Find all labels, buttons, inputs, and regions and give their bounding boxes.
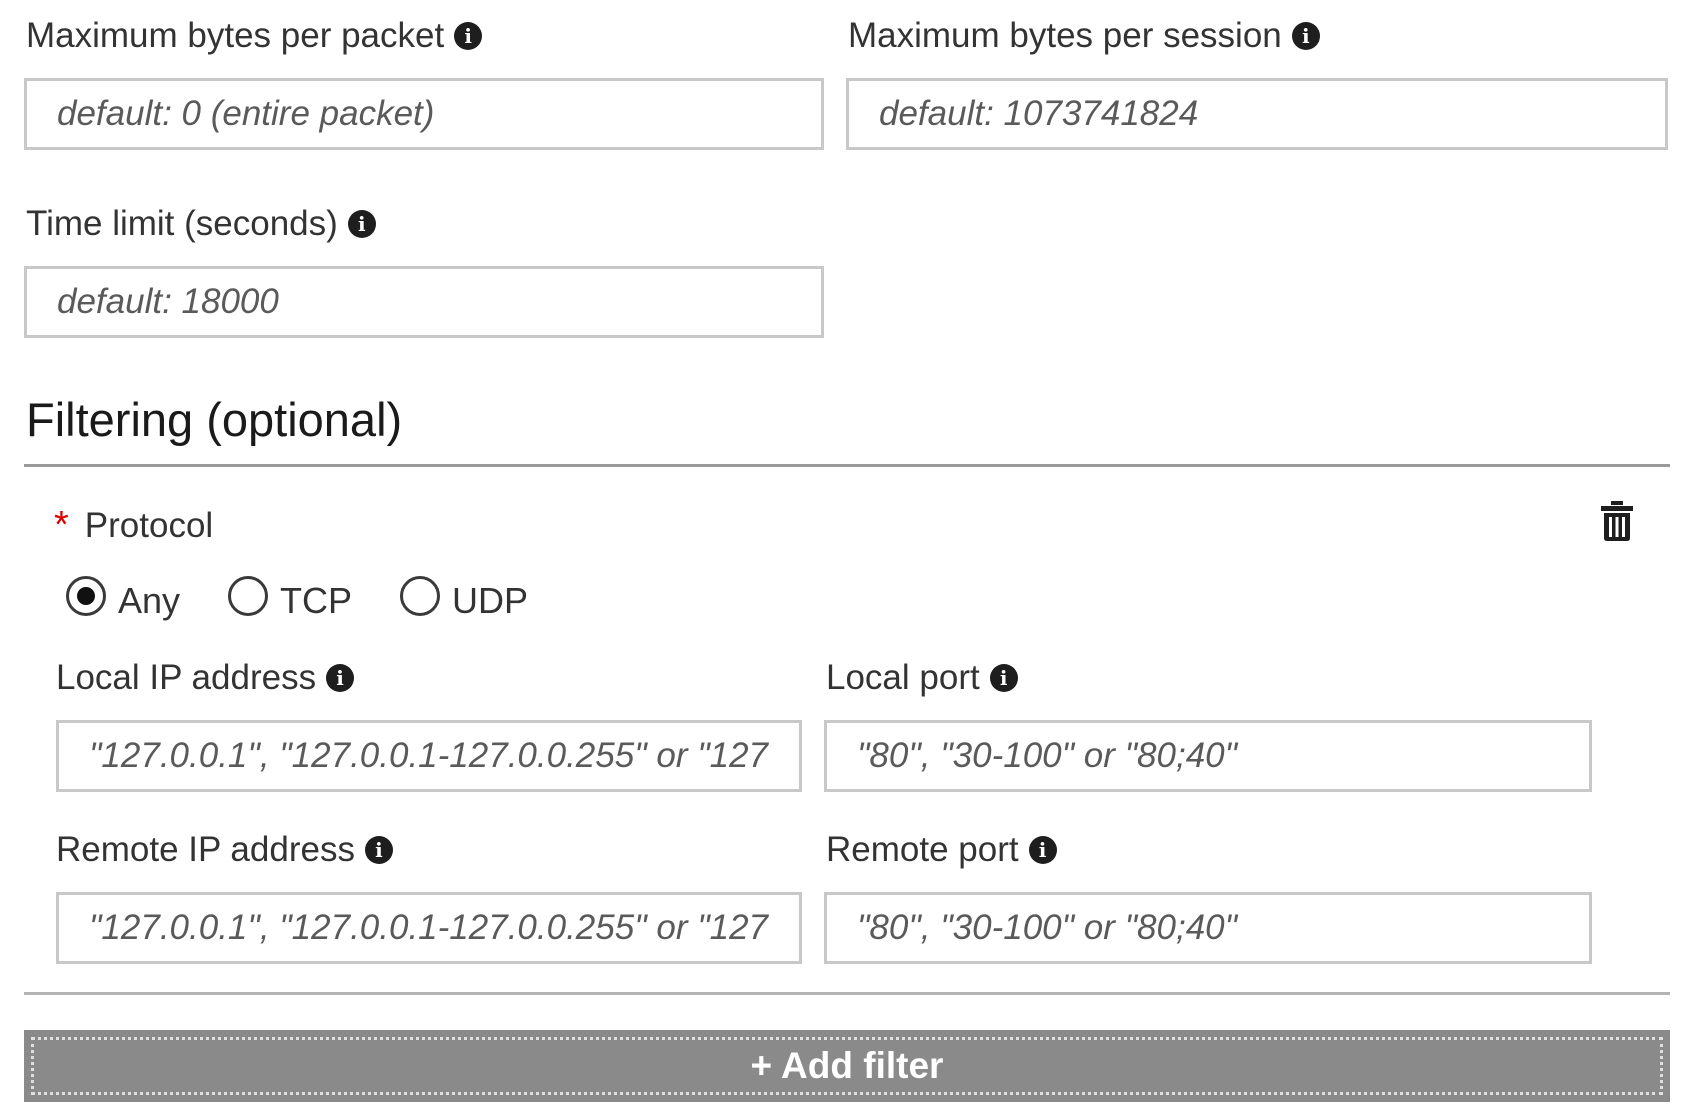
max-bytes-per-session-label: Maximum bytes per session i bbox=[848, 18, 1320, 53]
radio-unselected-icon[interactable] bbox=[228, 576, 269, 616]
radio-label-tcp: TCP bbox=[280, 580, 353, 621]
protocol-option-tcp[interactable]: TCP bbox=[228, 570, 352, 622]
local-ip-text: Local IP address bbox=[56, 658, 317, 697]
local-port-input[interactable] bbox=[824, 720, 1592, 792]
protocol-radio-group: Any TCP UDP bbox=[66, 570, 576, 622]
radio-label-udp: UDP bbox=[452, 580, 529, 621]
info-icon[interactable]: i bbox=[1291, 21, 1320, 50]
radio-selected-icon[interactable] bbox=[66, 576, 106, 616]
radio-label-any: Any bbox=[118, 580, 181, 621]
info-icon[interactable]: i bbox=[454, 21, 483, 50]
max-bytes-per-packet-input[interactable] bbox=[24, 78, 824, 150]
trash-icon[interactable] bbox=[1598, 500, 1636, 542]
time-limit-text: Time limit (seconds) bbox=[26, 204, 338, 243]
protocol-option-udp[interactable]: UDP bbox=[400, 570, 528, 622]
max-bytes-per-packet-label: Maximum bytes per packet i bbox=[26, 16, 483, 55]
protocol-option-any[interactable]: Any bbox=[66, 570, 180, 622]
filter-divider bbox=[24, 992, 1670, 995]
info-icon[interactable]: i bbox=[1028, 835, 1057, 864]
info-icon[interactable]: i bbox=[326, 663, 355, 692]
remote-ip-input[interactable] bbox=[56, 892, 802, 964]
max-bytes-per-session-text: Maximum bytes per session bbox=[848, 16, 1282, 55]
local-port-label: Local port i bbox=[826, 660, 1018, 695]
remote-port-label: Remote port i bbox=[826, 832, 1057, 867]
remote-ip-label: Remote IP address i bbox=[56, 832, 393, 867]
info-icon[interactable]: i bbox=[347, 209, 376, 238]
remote-port-input[interactable] bbox=[824, 892, 1592, 964]
local-port-text: Local port bbox=[826, 658, 980, 697]
local-ip-input[interactable] bbox=[56, 720, 802, 792]
protocol-text: Protocol bbox=[84, 505, 214, 545]
required-asterisk: * bbox=[54, 504, 69, 546]
local-ip-label: Local IP address i bbox=[56, 658, 355, 697]
add-filter-button[interactable]: + Add filter bbox=[24, 1030, 1670, 1102]
time-limit-label: Time limit (seconds) i bbox=[26, 206, 376, 241]
section-divider bbox=[24, 464, 1670, 467]
info-icon[interactable]: i bbox=[989, 663, 1018, 692]
time-limit-input[interactable] bbox=[24, 266, 824, 338]
max-bytes-per-packet-text: Maximum bytes per packet bbox=[26, 16, 445, 55]
remote-port-text: Remote port bbox=[826, 830, 1019, 869]
filtering-heading: Filtering (optional) bbox=[26, 393, 403, 446]
max-bytes-per-session-input[interactable] bbox=[846, 78, 1668, 150]
radio-unselected-icon[interactable] bbox=[400, 576, 441, 616]
info-icon[interactable]: i bbox=[364, 835, 393, 864]
protocol-label: * Protocol bbox=[54, 506, 213, 544]
remote-ip-text: Remote IP address bbox=[56, 830, 355, 869]
